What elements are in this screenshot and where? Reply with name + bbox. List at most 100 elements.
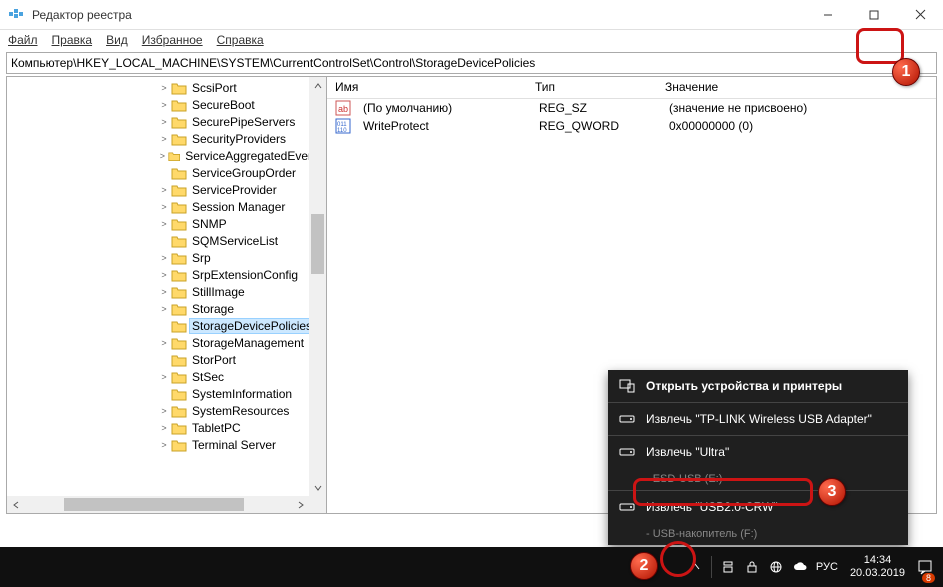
- tree-item[interactable]: SQMServiceList: [7, 232, 326, 249]
- tree-expand-icon[interactable]: >: [157, 100, 171, 110]
- tree-item[interactable]: >StSec: [7, 368, 326, 385]
- tree-item[interactable]: >Terminal Server: [7, 436, 326, 453]
- tree-item[interactable]: >ServiceAggregatedEvents: [7, 147, 326, 164]
- col-header-value[interactable]: Значение: [657, 77, 936, 98]
- list-row[interactable]: 011110WriteProtectREG_QWORD0x00000000 (0…: [327, 117, 936, 135]
- tree-expand-icon[interactable]: >: [157, 287, 171, 297]
- tree-expand-icon[interactable]: >: [157, 151, 168, 161]
- tree-item[interactable]: > SrpExtensionConfig: [7, 266, 326, 283]
- tree-expand-icon[interactable]: >: [157, 372, 171, 382]
- cell-name: WriteProtect: [355, 119, 531, 133]
- menu-view[interactable]: Вид: [106, 33, 128, 47]
- tray-language[interactable]: РУС: [812, 561, 842, 573]
- scroll-thumb-h[interactable]: [64, 498, 244, 511]
- cell-name: (По умолчанию): [355, 101, 531, 115]
- cell-value: (значение не присвоено): [661, 101, 936, 115]
- tree-scrollbar-v[interactable]: [309, 77, 326, 496]
- tree-item-label: StorPort: [190, 353, 238, 367]
- col-header-type[interactable]: Тип: [527, 77, 657, 98]
- menu-favorites[interactable]: Избранное: [142, 33, 203, 47]
- eject-item-1[interactable]: Извлечь "TP-LINK Wireless USB Adapter": [608, 403, 908, 435]
- scroll-thumb-v[interactable]: [311, 214, 324, 274]
- scroll-right-button[interactable]: [292, 496, 309, 513]
- maximize-button[interactable]: [851, 0, 897, 30]
- tree-expand-icon[interactable]: >: [157, 185, 171, 195]
- menu-bar: Файл Правка Вид Избранное Справка: [0, 30, 943, 50]
- scroll-left-button[interactable]: [7, 496, 24, 513]
- minimize-button[interactable]: [805, 0, 851, 30]
- eject-item-2-sub[interactable]: - ESD-USB (E:): [608, 468, 908, 490]
- tree-item[interactable]: > SecurePipeServers: [7, 113, 326, 130]
- col-header-name[interactable]: Имя: [327, 77, 527, 98]
- tree-item[interactable]: >ScsiPort: [7, 79, 326, 96]
- svg-text:110: 110: [337, 128, 347, 134]
- eject-item-3-sub[interactable]: - USB-накопитель (F:): [608, 523, 908, 545]
- tree-item[interactable]: > Storage: [7, 300, 326, 317]
- tree-item[interactable]: > StorageManagement: [7, 334, 326, 351]
- tree-expand-icon[interactable]: >: [157, 134, 171, 144]
- tree-expand-icon[interactable]: >: [157, 406, 171, 416]
- devices-icon: [618, 377, 636, 395]
- tree-item[interactable]: > SecurityProviders: [7, 130, 326, 147]
- tree-expand-icon[interactable]: >: [157, 117, 171, 127]
- tree-item-label: SecurePipeServers: [190, 115, 297, 129]
- tree-item-label: SecurityProviders: [190, 132, 288, 146]
- tree-item-label: Srp: [190, 251, 213, 265]
- tree-item-label: Storage: [190, 302, 236, 316]
- tree-expand-icon[interactable]: >: [157, 304, 171, 314]
- tree-expand-icon[interactable]: >: [157, 338, 171, 348]
- tree-expand-icon[interactable]: >: [157, 423, 171, 433]
- tree-expand-icon[interactable]: >: [157, 253, 171, 263]
- tree-item[interactable]: >TabletPC: [7, 419, 326, 436]
- tray-eject-icon[interactable]: [716, 547, 740, 587]
- tray-chevron-icon[interactable]: [683, 547, 707, 587]
- tree-item[interactable]: StorageDevicePolicies: [7, 317, 326, 334]
- taskbar: РУС 14:34 20.03.2019 8: [0, 547, 943, 587]
- tree-item-label: StorageDevicePolicies: [190, 319, 314, 333]
- close-button[interactable]: [897, 0, 943, 30]
- menu-edit[interactable]: Правка: [52, 33, 93, 47]
- tree-item-label: SQMServiceList: [190, 234, 280, 248]
- tree-item[interactable]: SystemInformation: [7, 385, 326, 402]
- tree-item[interactable]: >StillImage: [7, 283, 326, 300]
- scroll-down-button[interactable]: [309, 479, 326, 496]
- menu-file[interactable]: Файл: [8, 33, 38, 47]
- tree-item[interactable]: > SNMP: [7, 215, 326, 232]
- eject-item-2[interactable]: Извлечь "Ultra": [608, 436, 908, 468]
- tree-pane: >ScsiPort>SecureBoot>SecurePipeServers>S…: [7, 77, 327, 513]
- list-header: Имя Тип Значение: [327, 77, 936, 99]
- tree-expand-icon[interactable]: >: [157, 219, 171, 229]
- tree-item-label: StorageManagement: [190, 336, 306, 350]
- list-row[interactable]: ab(По умолчанию)REG_SZ(значение не присв…: [327, 99, 936, 117]
- tray-clock[interactable]: 14:34 20.03.2019: [842, 554, 913, 580]
- window-title: Редактор реестра: [32, 8, 805, 22]
- tree-item[interactable]: >Session Manager: [7, 198, 326, 215]
- tray-network-icon[interactable]: [764, 547, 788, 587]
- tree-item-label: SNMP: [190, 217, 229, 231]
- tray-notifications[interactable]: 8: [913, 547, 937, 587]
- svg-text:ab: ab: [338, 104, 348, 114]
- tree-expand-icon[interactable]: >: [157, 440, 171, 450]
- tray-lock-icon[interactable]: [740, 547, 764, 587]
- address-bar[interactable]: Компьютер\HKEY_LOCAL_MACHINE\SYSTEM\Curr…: [6, 52, 937, 74]
- scroll-up-button[interactable]: [309, 77, 326, 94]
- eject-item-3[interactable]: Извлечь "USB2.0-CRW": [608, 491, 908, 523]
- menu-help[interactable]: Справка: [217, 33, 264, 47]
- tree-expand-icon[interactable]: >: [157, 202, 171, 212]
- eject-open-devices[interactable]: Открыть устройства и принтеры: [608, 370, 908, 402]
- tray-cloud-icon[interactable]: [788, 547, 812, 587]
- title-bar: Редактор реестра: [0, 0, 943, 30]
- tree-item-label: SrpExtensionConfig: [190, 268, 300, 282]
- tree-item[interactable]: >SystemResources: [7, 402, 326, 419]
- cell-value: 0x00000000 (0): [661, 119, 936, 133]
- tree-expand-icon[interactable]: >: [157, 83, 171, 93]
- tree-expand-icon[interactable]: >: [157, 270, 171, 280]
- tree-item[interactable]: ServiceGroupOrder: [7, 164, 326, 181]
- tree-item[interactable]: StorPort: [7, 351, 326, 368]
- tree-item[interactable]: >ServiceProvider: [7, 181, 326, 198]
- tree-item[interactable]: >SecureBoot: [7, 96, 326, 113]
- tree-scrollbar-h[interactable]: [7, 496, 309, 513]
- tree-item[interactable]: > Srp: [7, 249, 326, 266]
- tree-item-label: SystemInformation: [190, 387, 294, 401]
- app-icon: [8, 7, 24, 23]
